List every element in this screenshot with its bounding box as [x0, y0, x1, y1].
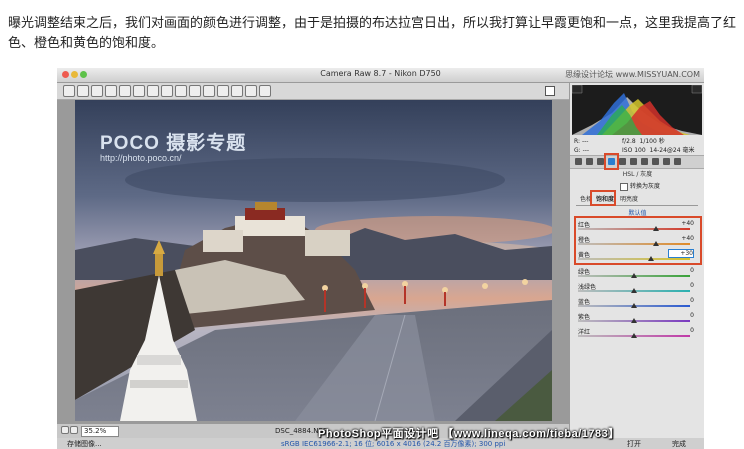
lens-tab-icon[interactable]: [630, 158, 637, 165]
slider-value-field[interactable]: 0: [670, 282, 694, 289]
slider-value-field[interactable]: 0: [670, 312, 694, 319]
exif-readout: f/2.8 1/100 秒 ISO 100 14-24@24 毫米: [622, 137, 694, 155]
intro-paragraph: 曝光调整结束之后，我们对画面的颜色进行调整，由于是拍摄的布达拉宫日出，所以我打算…: [8, 16, 737, 51]
camera-raw-window: Camera Raw 8.7 - Nikon D750 思缘设计论坛 www.M…: [57, 68, 704, 449]
zoom-level-select[interactable]: 35.2%: [81, 426, 119, 437]
r-label: R:: [574, 138, 581, 145]
saturation-tab-highlight: [590, 190, 616, 206]
slider-value-field[interactable]: 0: [670, 297, 694, 304]
image-canvas: POCO 摄影专题 http://photo.poco.cn/: [57, 100, 569, 424]
hand-tool-icon[interactable]: [77, 85, 89, 97]
slider-row[interactable]: 绿色 0: [578, 267, 696, 279]
basic-tab-icon[interactable]: [575, 158, 582, 165]
crop-tool-icon[interactable]: [133, 85, 145, 97]
detail-tab-icon[interactable]: [597, 158, 604, 165]
slider-thumb[interactable]: [631, 288, 637, 293]
color-sampler-icon[interactable]: [105, 85, 117, 97]
poco-watermark: POCO 摄影专题 http://photo.poco.cn/: [100, 128, 246, 163]
slider-row[interactable]: 洋红 0: [578, 327, 696, 339]
snapshots-tab-icon[interactable]: [674, 158, 681, 165]
targeted-adjust-icon[interactable]: [119, 85, 131, 97]
straighten-tool-icon[interactable]: [147, 85, 159, 97]
camera-calibration-tab-icon[interactable]: [652, 158, 659, 165]
panel-tabs: [570, 155, 704, 169]
footer-watermark: PhotoShop平面设计吧 【www.lineqa.com/tieba/178…: [318, 428, 620, 440]
split-toning-tab-icon[interactable]: [619, 158, 626, 165]
slider-thumb[interactable]: [631, 333, 637, 338]
slider-value-field[interactable]: 0: [670, 327, 694, 334]
red-eye-icon[interactable]: [175, 85, 187, 97]
adjustment-panel: R: --- G: --- B: --- f/2.8 1/100 秒 ISO 1…: [569, 83, 704, 438]
preview-checkbox[interactable]: [545, 86, 555, 96]
shutter: 1/100 秒: [639, 138, 665, 145]
open-image-button[interactable]: 打开: [627, 439, 641, 449]
graduated-filter-icon[interactable]: [203, 85, 215, 97]
save-image-button[interactable]: 存储图像...: [67, 439, 102, 449]
slider-thumb[interactable]: [631, 303, 637, 308]
hsl-tab-highlight: [604, 153, 619, 170]
slider-row[interactable]: 浅绿色 0: [578, 282, 696, 294]
slider-thumb[interactable]: [631, 318, 637, 323]
site-watermark: 思缘设计论坛 www.MISSYUAN.COM: [565, 70, 700, 79]
slider-row[interactable]: 蓝色 0: [578, 297, 696, 309]
zoom-out-icon[interactable]: [61, 426, 69, 434]
aperture: f/2.8: [622, 138, 636, 145]
rotate-left-icon[interactable]: [245, 85, 257, 97]
effects-tab-icon[interactable]: [641, 158, 648, 165]
tone-curve-tab-icon[interactable]: [586, 158, 593, 165]
radial-filter-icon[interactable]: [217, 85, 229, 97]
zoom-tool-icon[interactable]: [63, 85, 75, 97]
grayscale-label: 转换为灰度: [630, 183, 661, 190]
histogram: [572, 85, 702, 135]
done-button[interactable]: 完成: [672, 439, 686, 449]
preferences-icon[interactable]: [231, 85, 243, 97]
presets-tab-icon[interactable]: [663, 158, 670, 165]
section-title: HSL / 灰度: [622, 171, 653, 178]
spot-removal-icon[interactable]: [161, 85, 173, 97]
warm-colors-highlight: [574, 216, 702, 265]
tool-bar: [57, 83, 569, 100]
adjustment-brush-icon[interactable]: [189, 85, 201, 97]
lens: 14-24@24 毫米: [649, 147, 695, 154]
title-bar: Camera Raw 8.7 - Nikon D750 思缘设计论坛 www.M…: [57, 68, 704, 83]
g-label: G:: [574, 147, 581, 154]
white-balance-tool-icon[interactable]: [91, 85, 103, 97]
tab-luminance[interactable]: 明亮度: [620, 194, 638, 203]
grayscale-option[interactable]: 转换为灰度: [620, 181, 660, 191]
slider-thumb[interactable]: [631, 273, 637, 278]
poco-logo-text: POCO 摄影专题: [100, 133, 247, 154]
grayscale-checkbox[interactable]: [620, 182, 628, 191]
iso: ISO 100: [622, 147, 646, 154]
rotate-right-icon[interactable]: [259, 85, 271, 97]
r-value: ---: [581, 138, 589, 145]
slider-value-field[interactable]: 0: [670, 267, 694, 274]
g-value: ---: [582, 147, 590, 154]
slider-row[interactable]: 紫色 0: [578, 312, 696, 324]
zoom-in-icon[interactable]: [70, 426, 78, 434]
